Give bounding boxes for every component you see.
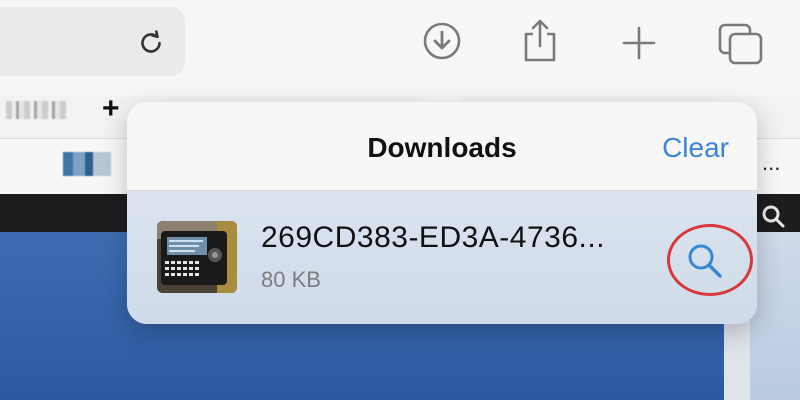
webpage-search-icon[interactable]: [760, 203, 786, 229]
file-size: 80 KB: [261, 267, 321, 292]
download-item[interactable]: 269CD383-ED3A-4736... 80 KB: [127, 191, 757, 324]
file-thumbnail: [157, 221, 237, 293]
share-icon[interactable]: [520, 16, 560, 64]
add-tab-button[interactable]: +: [102, 92, 120, 126]
bookmark-pixelated[interactable]: [63, 152, 111, 176]
address-bar[interactable]: [0, 7, 185, 76]
downloads-icon[interactable]: [421, 20, 463, 62]
clear-button[interactable]: Clear: [662, 132, 729, 164]
webpage-sidebar-stripe: [750, 232, 800, 400]
downloads-popover: Downloads Clear 269CD383-ED3A-4736... 80…: [127, 102, 757, 324]
tab-title-pixelated[interactable]: [6, 101, 66, 119]
bookmarks-overflow[interactable]: ...: [762, 150, 780, 176]
popover-arrow: [420, 80, 464, 104]
annotation-circle: [667, 224, 753, 296]
downloads-header: Downloads Clear: [127, 102, 757, 191]
reload-icon[interactable]: [135, 27, 167, 59]
tabs-overview-icon[interactable]: [717, 22, 765, 66]
file-name: 269CD383-ED3A-4736...: [261, 221, 606, 254]
new-tab-icon[interactable]: [620, 24, 658, 62]
